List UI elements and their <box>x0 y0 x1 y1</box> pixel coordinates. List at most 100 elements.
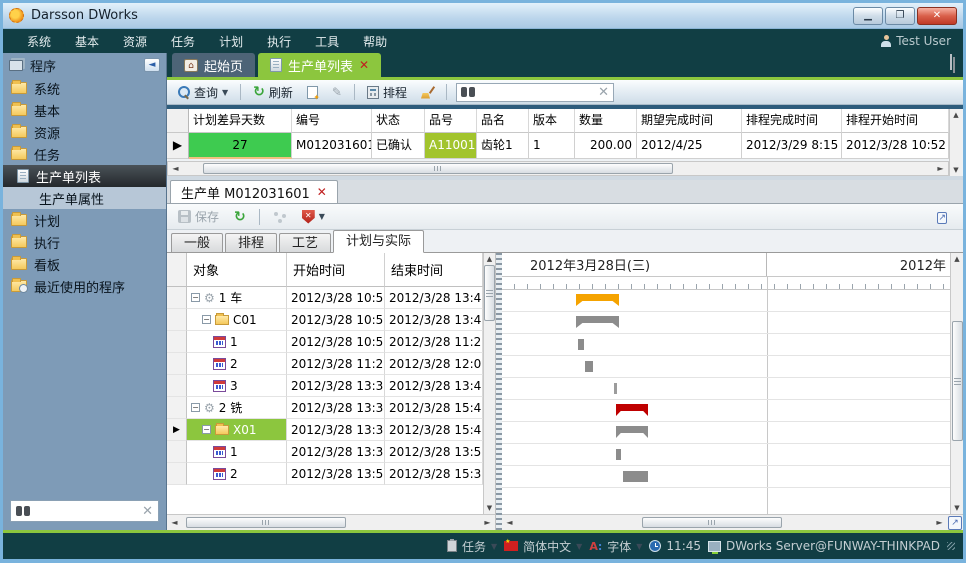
scroll-up-icon[interactable]: ▲ <box>953 111 958 119</box>
grid-vscrollbar[interactable]: ▲ ▼ <box>949 109 962 176</box>
column-header-状态[interactable]: 状态 <box>372 109 425 133</box>
tree-start-cell[interactable]: 2012/3/28 13:30 <box>287 397 385 419</box>
column-header-数量[interactable]: 数量 <box>575 109 637 133</box>
gantt-bar-X01[interactable] <box>616 426 648 438</box>
menu-item-执行[interactable]: 执行 <box>255 30 303 53</box>
tree-expander-icon[interactable]: − <box>202 315 211 324</box>
gantt-bar-3[interactable] <box>614 383 617 394</box>
tree-column-header-结束时间[interactable]: 结束时间 <box>385 253 483 287</box>
tree-end-cell[interactable]: 2012/3/28 15:40 <box>385 419 483 441</box>
clean-button[interactable] <box>416 84 439 101</box>
refresh-button[interactable]: ↻ 刷新 <box>248 82 298 103</box>
tree-row[interactable]: 22012/3/28 13:502012/3/28 15:30 <box>167 463 483 485</box>
grid-cell[interactable]: 27 <box>189 133 292 159</box>
subtab-一般[interactable]: 一般 <box>171 233 223 253</box>
column-header-排程开始时间[interactable]: 排程开始时间 <box>842 109 949 133</box>
subtab-工艺[interactable]: 工艺 <box>279 233 331 253</box>
toolbar-search-input[interactable] <box>479 85 594 99</box>
tree-expander-icon[interactable]: − <box>202 425 211 434</box>
row-selector[interactable] <box>167 397 187 419</box>
query-button[interactable]: 查询 ▼ <box>173 82 233 103</box>
menu-item-计划[interactable]: 计划 <box>207 30 255 53</box>
status-task-menu[interactable]: 任务 ▼ <box>447 538 497 555</box>
gantt-bar-1 车[interactable] <box>576 294 619 306</box>
grid-cell[interactable]: 已确认 <box>372 133 425 159</box>
tree-row[interactable]: 12012/3/28 10:522012/3/28 11:22 <box>167 331 483 353</box>
sidebar-item-生产单属性[interactable]: 生产单属性 <box>3 187 166 209</box>
scroll-down-icon[interactable]: ▼ <box>954 504 959 512</box>
row-selector[interactable] <box>167 287 187 309</box>
gantt-expand-button[interactable]: ↗ <box>947 515 963 530</box>
sidebar-search-input[interactable] <box>35 504 137 518</box>
tree-object-cell[interactable]: −C01 <box>187 309 287 331</box>
menu-item-系统[interactable]: 系统 <box>15 30 63 53</box>
schedule-button[interactable]: 排程 <box>362 82 412 103</box>
tree-end-cell[interactable]: 2012/3/28 13:40 <box>385 375 483 397</box>
column-header-排程完成时间[interactable]: 排程完成时间 <box>742 109 842 133</box>
sidebar-collapse-button[interactable]: ◄ <box>144 58 160 72</box>
detail-refresh-button[interactable]: ↻ <box>229 209 251 225</box>
grid-hscrollbar[interactable]: ◄ ► <box>167 161 949 176</box>
menu-item-帮助[interactable]: 帮助 <box>351 30 399 53</box>
menu-item-基本[interactable]: 基本 <box>63 30 111 53</box>
minimize-button[interactable]: ▁ <box>853 7 883 25</box>
tree-end-cell[interactable]: 2012/3/28 15:40 <box>385 397 483 419</box>
scroll-right-icon[interactable]: ► <box>932 518 947 527</box>
gantt-bar-1[interactable] <box>616 449 621 460</box>
tree-column-header-开始时间[interactable]: 开始时间 <box>287 253 385 287</box>
grid-cell[interactable]: 1 <box>529 133 575 159</box>
tree-row[interactable]: 22012/3/28 11:222012/3/28 12:00 <box>167 353 483 375</box>
tree-row[interactable]: 32012/3/28 13:302012/3/28 13:40 <box>167 375 483 397</box>
tree-row[interactable]: −⚙1 车2012/3/28 10:522012/3/28 13:40 <box>167 287 483 309</box>
sidebar-item-任务[interactable]: 任务 <box>3 143 166 165</box>
tree-object-cell[interactable]: 3 <box>187 375 287 397</box>
tree-row[interactable]: −⚙2 铣2012/3/28 13:302012/3/28 15:40 <box>167 397 483 419</box>
tree-object-cell[interactable]: −X01 <box>187 419 287 441</box>
gantt-chart[interactable]: 2012年3月28日(三)2012年 <box>502 253 950 514</box>
row-selector[interactable]: ▶ <box>167 419 187 441</box>
gantt-bar-1[interactable] <box>578 339 584 350</box>
user-indicator[interactable]: Test User <box>881 34 951 48</box>
tab-起始页[interactable]: ⌂起始页 <box>172 53 255 77</box>
scroll-down-icon[interactable]: ▼ <box>953 166 958 174</box>
tree-expander-icon[interactable]: − <box>191 403 200 412</box>
tree-start-cell[interactable]: 2012/3/28 10:52 <box>287 331 385 353</box>
scroll-up-icon[interactable]: ▲ <box>487 255 492 263</box>
route-button[interactable] <box>268 209 292 225</box>
tree-start-cell[interactable]: 2012/3/28 10:52 <box>287 287 385 309</box>
tree-object-cell[interactable]: −⚙2 铣 <box>187 397 287 419</box>
sidebar-item-计划[interactable]: 计划 <box>3 209 166 231</box>
scroll-down-icon[interactable]: ▼ <box>487 504 492 512</box>
tree-object-cell[interactable]: −⚙1 车 <box>187 287 287 309</box>
status-language-menu[interactable]: 简体中文 ▼ <box>504 538 582 555</box>
sidebar-item-生产单列表[interactable]: 生产单列表 <box>3 165 166 187</box>
tree-object-cell[interactable]: 1 <box>187 331 287 353</box>
row-selector[interactable] <box>167 441 187 463</box>
column-header-编号[interactable]: 编号 <box>292 109 372 133</box>
table-row[interactable]: ▶27M012031601已确认A11001齿轮11200.002012/4/2… <box>167 133 949 159</box>
scroll-left-icon[interactable]: ◄ <box>167 518 182 527</box>
column-header-计划差异天数[interactable]: 计划差异天数 <box>189 109 292 133</box>
detail-tab-close-icon[interactable]: ✕ <box>317 185 327 199</box>
new-button[interactable] <box>302 84 323 101</box>
tree-end-cell[interactable]: 2012/3/28 11:22 <box>385 331 483 353</box>
grid-cell[interactable]: 200.00 <box>575 133 637 159</box>
tree-row[interactable]: ▶−X012012/3/28 13:302012/3/28 15:40 <box>167 419 483 441</box>
resize-grip[interactable] <box>947 542 955 550</box>
menu-item-资源[interactable]: 资源 <box>111 30 159 53</box>
window-list-button[interactable] <box>953 58 955 72</box>
cancel-confirm-button[interactable]: ✕ ▼ <box>297 208 330 226</box>
grid-cell[interactable]: 齿轮1 <box>477 133 529 159</box>
tree-vscrollbar[interactable]: ▲ ▼ <box>483 253 495 514</box>
tree-end-cell[interactable]: 2012/3/28 12:00 <box>385 353 483 375</box>
column-header-版本[interactable]: 版本 <box>529 109 575 133</box>
column-header-期望完成时间[interactable]: 期望完成时间 <box>637 109 742 133</box>
gantt-bar-C01[interactable] <box>576 316 619 328</box>
sidebar-search-clear-icon[interactable]: ✕ <box>142 504 153 519</box>
subtab-排程[interactable]: 排程 <box>225 233 277 253</box>
tree-object-cell[interactable]: 2 <box>187 353 287 375</box>
menu-item-任务[interactable]: 任务 <box>159 30 207 53</box>
row-selector[interactable]: ▶ <box>167 133 189 159</box>
row-selector[interactable] <box>167 309 187 331</box>
tree-end-cell[interactable]: 2012/3/28 13:40 <box>385 309 483 331</box>
